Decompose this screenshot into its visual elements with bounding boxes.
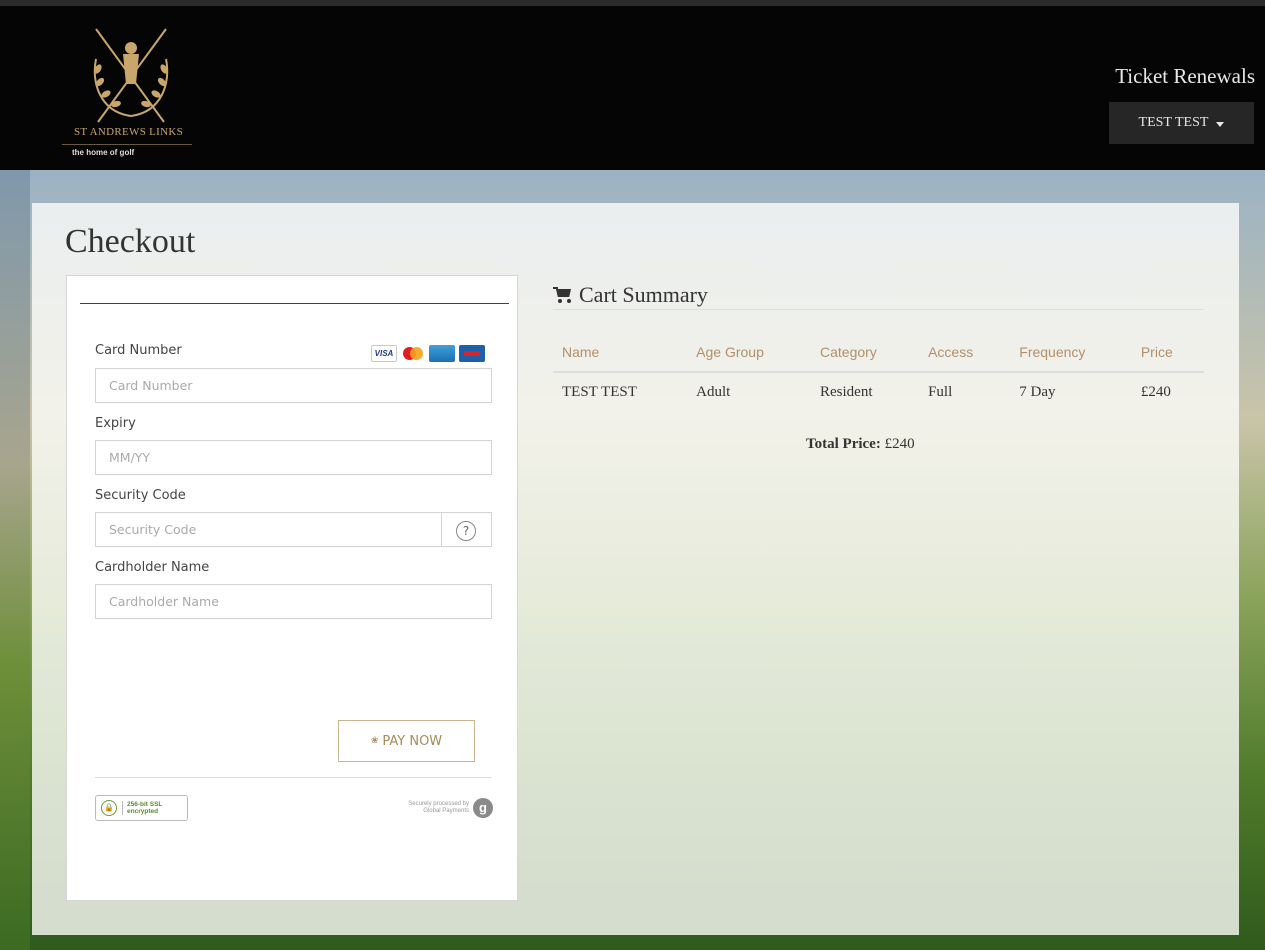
- cardholder-name-input[interactable]: [95, 584, 492, 619]
- checkout-panel: Checkout Card Number VISA Expiry Securit…: [32, 203, 1239, 935]
- column-header-category: Category: [811, 333, 920, 373]
- card-number-input[interactable]: [95, 368, 492, 403]
- brand-name: ST ANDREWS LINKS: [73, 126, 184, 138]
- global-payments-logo-icon: g: [473, 798, 493, 818]
- top-navbar: ST ANDREWS LINKS the home of golf Ticket…: [0, 0, 1265, 170]
- accepted-cards: VISA: [371, 345, 485, 362]
- security-code-divider: [441, 512, 442, 547]
- page-title: Checkout: [65, 223, 196, 260]
- column-header-frequency: Frequency: [1010, 333, 1132, 373]
- cell-name: TEST TEST: [562, 384, 637, 400]
- cell-age-group: Adult: [696, 384, 731, 400]
- processor-line-2: Global Payments: [423, 808, 469, 814]
- total-price-label: Total Price:: [806, 436, 881, 452]
- total-price: Total Price: £240: [806, 436, 915, 453]
- background-scenery-edge: [0, 165, 30, 950]
- shopping-cart-icon: [553, 287, 573, 303]
- cell-price: £240: [1140, 384, 1171, 400]
- cell-category: Resident: [820, 384, 873, 400]
- cart-table: Name Age Group Category Access Frequency…: [553, 333, 1204, 412]
- cell-frequency: 7 Day: [1019, 384, 1056, 400]
- payment-processor-badge: Securely processed by Global Payments g: [383, 796, 493, 820]
- expiry-input[interactable]: [95, 440, 492, 475]
- user-menu-dropdown[interactable]: TEST TEST: [1109, 102, 1254, 144]
- total-price-value: £240: [884, 436, 915, 452]
- processor-text: Securely processed by Global Payments: [408, 801, 469, 815]
- maestro-logo: [459, 345, 485, 362]
- cell-access: Full: [928, 384, 953, 400]
- pay-now-button[interactable]: ❀ PAY NOW: [338, 720, 475, 762]
- ssl-badge-text: 256-bit SSL encrypted: [122, 801, 162, 815]
- amex-logo: [429, 345, 455, 362]
- security-code-input[interactable]: [95, 512, 492, 547]
- visa-logo: VISA: [371, 345, 397, 362]
- footer-divider: [95, 777, 492, 778]
- cart-summary-title: Cart Summary: [579, 282, 708, 307]
- app-title: Ticket Renewals: [1115, 64, 1255, 88]
- caret-down-icon: [1216, 121, 1225, 127]
- help-question-icon[interactable]: ?: [456, 521, 476, 541]
- expiry-label: Expiry: [95, 416, 136, 431]
- ssl-line-2: encrypted: [127, 808, 159, 815]
- security-code-label: Security Code: [95, 488, 186, 503]
- cart-summary-heading: Cart Summary: [553, 282, 708, 308]
- column-header-access: Access: [919, 333, 1011, 373]
- ssl-badge: 🔒 256-bit SSL encrypted: [95, 795, 188, 821]
- cardholder-name-label: Cardholder Name: [95, 560, 210, 575]
- ssl-line-1: 256-bit SSL: [127, 801, 163, 808]
- column-header-name: Name: [553, 333, 688, 373]
- processor-line-1: Securely processed by: [408, 801, 469, 807]
- cart-divider: [553, 309, 1204, 310]
- laurel-crest-icon: [93, 28, 169, 123]
- card-number-label: Card Number: [95, 343, 182, 358]
- payment-form: Card Number VISA Expiry Security Code ? …: [66, 275, 518, 901]
- brand-tagline: the home of golf: [62, 144, 192, 157]
- ssl-lock-icon: 🔒: [101, 800, 117, 816]
- column-header-age-group: Age Group: [687, 333, 811, 373]
- pay-now-label: PAY NOW: [382, 733, 443, 749]
- visa-logo-text: VISA: [374, 349, 394, 358]
- mastercard-logo: [401, 345, 425, 362]
- form-divider: [80, 303, 509, 304]
- lock-icon: ❀: [370, 736, 379, 746]
- table-row: TEST TEST Adult Resident Full 7 Day £240: [553, 372, 1204, 412]
- column-header-price: Price: [1131, 333, 1204, 373]
- user-menu-label: TEST TEST: [1138, 115, 1209, 130]
- cart-table-header: Name Age Group Category Access Frequency…: [553, 333, 1204, 373]
- st-andrews-logo[interactable]: ST ANDREWS LINKS the home of golf: [56, 24, 206, 164]
